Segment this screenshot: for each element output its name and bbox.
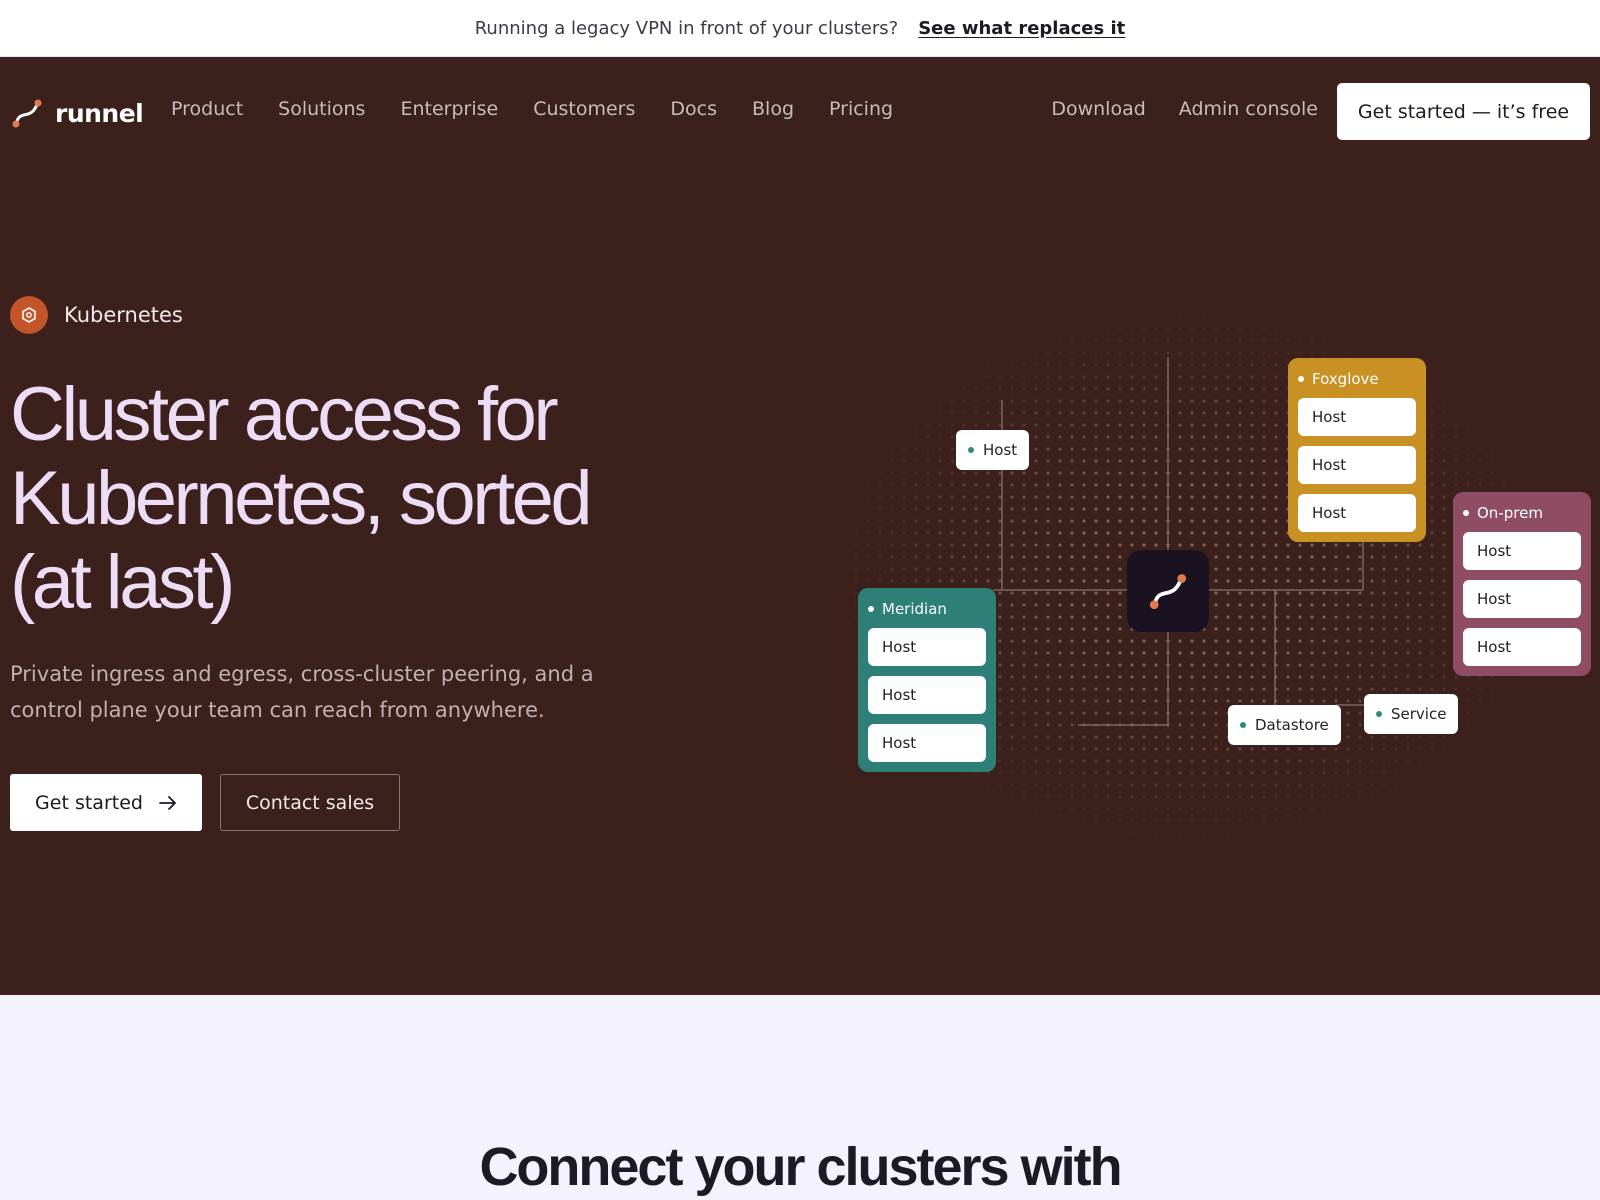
runnel-logo-icon xyxy=(1149,574,1187,610)
nav-docs[interactable]: Docs xyxy=(670,98,717,120)
status-dot xyxy=(968,447,974,453)
host-node: Host xyxy=(1463,628,1581,666)
contact-sales-button[interactable]: Contact sales xyxy=(220,774,400,831)
nav-blog[interactable]: Blog xyxy=(752,98,794,120)
chip-label: Service xyxy=(1391,705,1447,723)
status-dot xyxy=(1463,510,1469,516)
arrow-right-icon xyxy=(159,795,176,810)
cluster-group-meridian: Meridian Host Host Host xyxy=(858,588,996,772)
nav-solutions[interactable]: Solutions xyxy=(278,98,365,120)
tag-label: Kubernetes xyxy=(64,303,183,327)
main-nav: Product Solutions Enterprise Customers D… xyxy=(171,98,893,120)
host-node: Host xyxy=(868,724,986,762)
hero-section: runnel Product Solutions Enterprise Cust… xyxy=(0,57,1600,995)
host-node: Host xyxy=(1298,446,1416,484)
nav-pricing[interactable]: Pricing xyxy=(829,98,893,120)
host-node: Host xyxy=(1463,532,1581,570)
hero-subheading: Private ingress and egress, cross-cluste… xyxy=(10,662,594,722)
nav-admin-console[interactable]: Admin console xyxy=(1179,98,1318,120)
status-dot xyxy=(1240,722,1246,728)
hero-headline: Cluster access for Kubernetes, sorted (a… xyxy=(10,372,593,625)
group-name: Foxglove xyxy=(1312,370,1379,388)
group-title: Foxglove xyxy=(1298,368,1416,390)
group-name: On-prem xyxy=(1477,504,1543,522)
announcement-bar: Running a legacy VPN in front of your cl… xyxy=(0,0,1600,57)
host-node: Host xyxy=(868,676,986,714)
cluster-group-foxglove: Foxglove Host Host Host xyxy=(1288,358,1426,542)
host-node: Host xyxy=(1298,398,1416,436)
group-name: Meridian xyxy=(882,600,947,618)
brand-logo[interactable]: runnel xyxy=(11,96,144,130)
group-title: On-prem xyxy=(1463,502,1581,524)
brand-name: runnel xyxy=(55,98,144,128)
runnel-logo-icon xyxy=(12,99,42,128)
host-chip: Host xyxy=(956,430,1030,470)
section-title: Connect your clusters with xyxy=(479,1137,1122,1197)
network-diagram: Foxglove Host Host Host On-prem Host Hos… xyxy=(850,287,1600,887)
nav-secondary: Download Admin console xyxy=(1051,98,1318,120)
nav-enterprise[interactable]: Enterprise xyxy=(400,98,498,120)
product-tag: Kubernetes xyxy=(10,296,183,334)
host-node: Host xyxy=(1298,494,1416,532)
announcement-link[interactable]: See what replaces it xyxy=(918,18,1125,39)
nav-customers[interactable]: Customers xyxy=(533,98,635,120)
get-started-label: Get started xyxy=(35,791,143,814)
status-dot xyxy=(868,606,874,612)
get-started-free-button[interactable]: Get started — it’s free xyxy=(1337,83,1590,140)
datastore-chip: Datastore xyxy=(1228,705,1341,745)
status-dot xyxy=(1298,376,1304,382)
group-title: Meridian xyxy=(868,598,986,620)
nav-product[interactable]: Product xyxy=(171,98,243,120)
service-chip: Service xyxy=(1364,694,1459,734)
announcement-text: Running a legacy VPN in front of your cl… xyxy=(474,17,899,39)
status-dot xyxy=(1376,711,1382,717)
cluster-group-on-prem: On-prem Host Host Host xyxy=(1453,492,1591,676)
host-node: Host xyxy=(1463,580,1581,618)
nav-download[interactable]: Download xyxy=(1051,98,1145,120)
kubernetes-icon xyxy=(10,296,48,334)
get-started-button[interactable]: Get started xyxy=(10,774,202,831)
chip-label: Host xyxy=(983,441,1018,459)
chip-label: Datastore xyxy=(1255,716,1329,734)
host-node: Host xyxy=(868,628,986,666)
control-plane-hub xyxy=(1127,550,1209,632)
contact-sales-label: Contact sales xyxy=(245,791,375,814)
